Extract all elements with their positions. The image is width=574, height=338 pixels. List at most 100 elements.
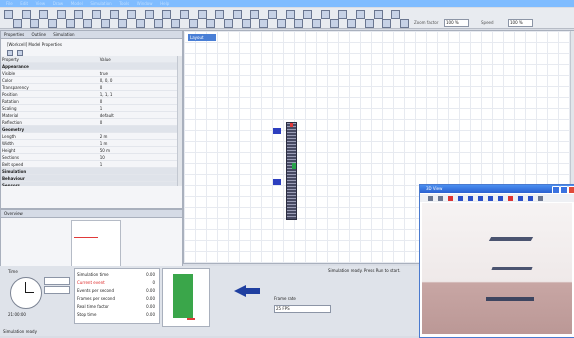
menu-model[interactable]: Model bbox=[71, 0, 83, 7]
editor-tab-layout[interactable]: Layout bbox=[188, 34, 216, 41]
property-value[interactable]: 1, 1, 1 bbox=[98, 90, 182, 98]
viewer-control-button[interactable] bbox=[428, 196, 433, 201]
toolbar-tool-icon[interactable] bbox=[109, 10, 119, 19]
toolbar-tool-icon[interactable] bbox=[21, 10, 31, 19]
property-value[interactable]: 0 bbox=[98, 97, 182, 105]
toolbar-tool-icon[interactable] bbox=[382, 19, 392, 28]
property-row[interactable]: Simulation bbox=[1, 167, 182, 175]
property-row[interactable]: Sensors bbox=[1, 181, 182, 186]
viewer-control-button[interactable] bbox=[468, 196, 473, 201]
toolbar-tool-icon[interactable] bbox=[232, 10, 242, 19]
toolbar-tool-icon[interactable] bbox=[30, 19, 40, 28]
toolbar-tool-icon[interactable] bbox=[197, 10, 207, 19]
property-row[interactable]: Geometry bbox=[1, 125, 182, 133]
menu-edit[interactable]: Edit bbox=[20, 0, 28, 7]
toolbar-tool-icon[interactable] bbox=[320, 10, 330, 19]
toolbar-tool-icon[interactable] bbox=[188, 19, 198, 28]
viewer-control-button[interactable] bbox=[508, 196, 513, 201]
viewer-control-button[interactable] bbox=[478, 196, 483, 201]
toolbar-tool-icon[interactable] bbox=[391, 10, 401, 19]
minimize-button[interactable] bbox=[552, 186, 560, 194]
toolbar-tool-icon[interactable] bbox=[215, 10, 225, 19]
toolbar-tool-icon[interactable] bbox=[127, 10, 137, 19]
toolbar-tool-icon[interactable] bbox=[400, 19, 409, 28]
toolbar-tool-icon[interactable] bbox=[206, 19, 216, 28]
viewer-control-button[interactable] bbox=[518, 196, 523, 201]
toolbar-tool-icon[interactable] bbox=[329, 19, 339, 28]
toolbar-tool-icon[interactable] bbox=[312, 19, 321, 28]
date-field[interactable] bbox=[44, 277, 70, 285]
property-value[interactable]: 1 bbox=[98, 104, 182, 112]
property-row[interactable]: Transparency 0 bbox=[1, 83, 182, 91]
toolbar-tool-icon[interactable] bbox=[39, 10, 49, 19]
property-row[interactable]: Visible true bbox=[1, 69, 182, 77]
toolbar-tool-icon[interactable] bbox=[83, 19, 93, 28]
tab-properties[interactable]: Properties bbox=[4, 32, 24, 37]
viewer-control-button[interactable] bbox=[448, 196, 453, 201]
menu-help[interactable]: Help bbox=[160, 0, 169, 7]
property-row[interactable]: Reflection 0 bbox=[1, 118, 182, 126]
property-value[interactable]: 2 m bbox=[98, 132, 182, 140]
viewer-control-button[interactable] bbox=[458, 196, 463, 201]
property-value[interactable]: 0, 0, 0 bbox=[98, 76, 182, 84]
property-value[interactable] bbox=[98, 125, 182, 133]
toolbar-tool-icon[interactable] bbox=[276, 19, 286, 28]
toolbar-tool-icon[interactable] bbox=[144, 10, 154, 19]
property-value[interactable] bbox=[98, 174, 182, 182]
property-row[interactable]: Appearance bbox=[1, 62, 182, 70]
toolbar-tool-icon[interactable] bbox=[241, 19, 251, 28]
menu-simulation[interactable]: Simulation bbox=[90, 0, 111, 7]
toolbar-tool-icon[interactable] bbox=[153, 19, 163, 28]
toolbar-tool-icon[interactable] bbox=[364, 19, 374, 28]
conveyor-input-port[interactable] bbox=[273, 128, 281, 134]
property-row[interactable]: Belt speed 1 bbox=[1, 160, 182, 168]
toolbar-tool-icon[interactable] bbox=[294, 19, 304, 28]
toolbar-tool-icon[interactable] bbox=[347, 19, 357, 28]
viewer-control-button[interactable] bbox=[538, 196, 543, 201]
viewer-control-button[interactable] bbox=[528, 196, 533, 201]
viewer-control-button[interactable] bbox=[498, 196, 503, 201]
property-row[interactable]: Sections 10 bbox=[1, 153, 182, 161]
property-value[interactable] bbox=[98, 181, 182, 186]
toolbar-tool-icon[interactable] bbox=[162, 10, 172, 19]
toolbar-tool-icon[interactable] bbox=[285, 10, 295, 19]
viewer-3d-scene[interactable] bbox=[422, 203, 572, 334]
viewer-control-button[interactable] bbox=[438, 196, 443, 201]
conveyor-output-port[interactable] bbox=[273, 179, 281, 185]
menu-draw[interactable]: Draw bbox=[53, 0, 63, 7]
property-row[interactable]: Material default bbox=[1, 111, 182, 119]
viewer-control-button[interactable] bbox=[488, 196, 493, 201]
overview-thumbnail[interactable] bbox=[71, 220, 121, 268]
property-row[interactable]: Width 1 m bbox=[1, 139, 182, 147]
toolbar-tool-icon[interactable] bbox=[180, 10, 189, 19]
property-value[interactable]: 0 bbox=[98, 83, 182, 91]
property-row[interactable]: Position 1, 1, 1 bbox=[1, 90, 182, 98]
property-value[interactable] bbox=[98, 62, 182, 70]
frame-rate-combo[interactable]: 25 FPS bbox=[274, 305, 331, 313]
toolbar-tool-icon[interactable] bbox=[224, 19, 233, 28]
toolbar-tool-icon[interactable] bbox=[250, 10, 260, 19]
property-value[interactable] bbox=[98, 167, 182, 175]
toolbar-tool-icon[interactable] bbox=[171, 19, 181, 28]
close-button[interactable] bbox=[568, 186, 574, 194]
toolbar-tool-icon[interactable] bbox=[56, 10, 66, 19]
property-value[interactable]: 1 bbox=[98, 160, 182, 168]
property-row[interactable]: Height 50 m bbox=[1, 146, 182, 154]
property-value[interactable]: 50 m bbox=[98, 146, 182, 154]
toolbar-tool-icon[interactable] bbox=[268, 10, 277, 19]
property-value[interactable]: 0 bbox=[98, 118, 182, 126]
zoom-combo[interactable]: 100 % bbox=[444, 19, 469, 27]
property-value[interactable]: default bbox=[98, 111, 182, 119]
toolbar-tool-icon[interactable] bbox=[259, 19, 269, 28]
property-value[interactable]: 1 m bbox=[98, 139, 182, 147]
viewer-3d-titlebar[interactable]: 3D View bbox=[420, 185, 574, 193]
conveyor-model[interactable] bbox=[286, 122, 297, 220]
menu-view[interactable]: View bbox=[36, 0, 46, 7]
toolbar-tool-icon[interactable] bbox=[303, 10, 313, 19]
property-row[interactable]: Length 2 m bbox=[1, 132, 182, 140]
toolbar-tool-icon[interactable] bbox=[136, 19, 145, 28]
property-grid-scrollbar[interactable] bbox=[177, 56, 182, 186]
toolbar-tool-icon[interactable] bbox=[12, 19, 22, 28]
toolbar-tool-icon[interactable] bbox=[356, 10, 365, 19]
property-row[interactable]: Rotation 0 bbox=[1, 97, 182, 105]
